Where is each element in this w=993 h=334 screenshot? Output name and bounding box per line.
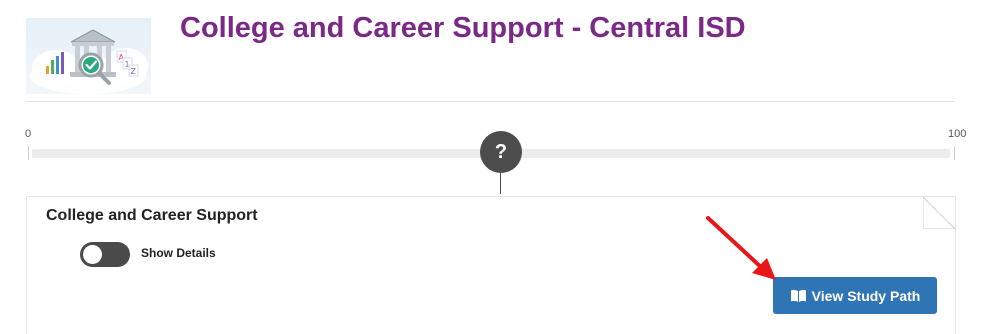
- book-icon: [790, 289, 807, 303]
- logo-letter-z: Z: [131, 67, 137, 76]
- slider-min-label: 0: [25, 128, 32, 140]
- slider-handle[interactable]: ?: [480, 131, 522, 173]
- folded-corner-icon: [923, 197, 955, 229]
- institution-logo-icon: A 1 Z: [30, 29, 148, 94]
- slider-max-tick: [954, 146, 955, 160]
- logo: A 1 Z: [26, 18, 151, 94]
- course-card: College and Career Support Show Details …: [26, 196, 956, 334]
- card-title: College and Career Support: [46, 207, 258, 224]
- slider-stem: [500, 173, 501, 194]
- toggle-knob: [83, 245, 102, 264]
- view-study-path-button[interactable]: View Study Path: [773, 277, 937, 314]
- show-details-toggle[interactable]: [80, 242, 130, 267]
- slider-max-label: 100: [948, 128, 967, 140]
- annotation-arrow-icon: [706, 216, 776, 280]
- slider-min-tick: [28, 146, 29, 160]
- header-divider: [26, 101, 955, 102]
- page: A 1 Z College and Career Support - Centr…: [0, 0, 993, 334]
- show-details-label: Show Details: [141, 246, 216, 260]
- page-title: College and Career Support - Central ISD: [180, 12, 746, 44]
- view-study-path-label: View Study Path: [811, 287, 921, 304]
